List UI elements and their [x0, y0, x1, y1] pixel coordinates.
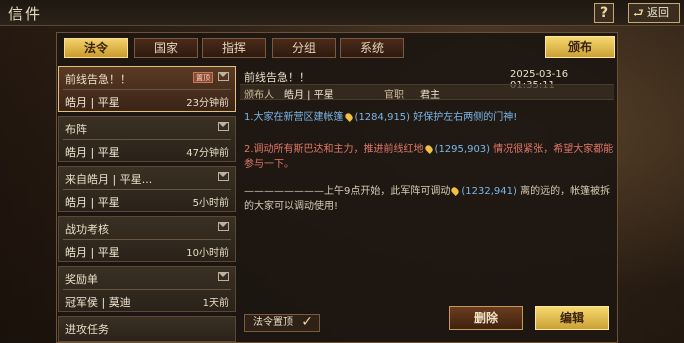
- list-item[interactable]: 前线告急！！ 置顶 皓月 | 平星 23分钟前: [58, 66, 236, 112]
- list-item-sender: 皓月 | 平星: [65, 96, 120, 109]
- list-item-time: 1天前: [202, 298, 229, 309]
- divider: [63, 239, 231, 240]
- publisher-name: 皓月 | 平星: [284, 90, 334, 101]
- list-item-sender: 皓月 | 平星: [65, 246, 120, 259]
- para1-text-a: 1.大家在新营区建帐篷: [244, 112, 344, 123]
- back-button[interactable]: ⮐ 返回: [628, 3, 680, 23]
- top-bar: 信件 ? ⮐ 返回: [0, 0, 684, 26]
- coordinate-link[interactable]: (1284,915): [355, 112, 411, 123]
- para3-text-a: ————————上午9点开始，此军阵可调动: [244, 186, 451, 197]
- list-item[interactable]: 进攻任务: [58, 316, 236, 342]
- list-item-title: 进攻任务: [65, 323, 109, 336]
- publisher-row: 颁布人 皓月 | 平星 官职 君主: [240, 84, 614, 101]
- list-item-sender: 皓月 | 平星: [65, 196, 120, 209]
- paragraph-1: 1.大家在新营区建帐篷 (1284,915) 好保护左右两侧的门神!: [244, 110, 616, 125]
- list-item[interactable]: 布阵 皓月 | 平星 47分钟前: [58, 116, 236, 162]
- back-label: 返回: [647, 6, 669, 19]
- list-item[interactable]: 战功考核 皓月 | 平星 10小时前: [58, 216, 236, 262]
- envelope-icon: [218, 272, 229, 281]
- publisher-label: 颁布人: [244, 90, 274, 101]
- list-item-time: 10小时前: [186, 248, 229, 259]
- para2-text-a: 2.调动所有斯巴达和主力，推进前线红地: [244, 144, 424, 155]
- edit-button[interactable]: 编辑: [535, 306, 609, 330]
- list-item-title: 前线告急！！: [65, 73, 131, 86]
- list-item-title: 布阵: [65, 123, 87, 136]
- para1-text-b: 好保护左右两侧的门神!: [413, 112, 518, 123]
- list-item-title: 奖励单: [65, 273, 98, 286]
- tab-decree[interactable]: 法令: [64, 38, 128, 58]
- pin-decree-toggle[interactable]: 法令置顶 ✓: [244, 314, 320, 332]
- divider: [63, 189, 231, 190]
- paragraph-2: 2.调动所有斯巴达和主力，推进前线红地 (1295,903) 情况很紧张，希望大家…: [244, 142, 616, 172]
- location-pin-icon: [343, 112, 354, 122]
- tab-group[interactable]: 分组: [272, 38, 336, 58]
- location-pin-icon: [450, 186, 461, 196]
- window-title: 信件: [8, 5, 43, 23]
- list-item[interactable]: 奖励单 冠军侯 | 莫迪 1天前: [58, 266, 236, 312]
- envelope-icon: [218, 72, 229, 81]
- tab-command[interactable]: 指挥: [202, 38, 266, 58]
- envelope-icon: [218, 222, 229, 231]
- divider: [63, 139, 231, 140]
- list-item-sender: 冠军侯 | 莫迪: [65, 296, 131, 309]
- divider: [63, 89, 231, 90]
- checkmark-icon: ✓: [301, 314, 313, 330]
- envelope-icon: [218, 172, 229, 181]
- pin-toggle-label: 法令置顶: [253, 317, 293, 328]
- rank-value: 君主: [420, 90, 440, 101]
- list-item-time: 47分钟前: [186, 148, 229, 159]
- rank-label: 官职: [384, 90, 404, 101]
- publish-button[interactable]: 颁布: [545, 36, 615, 58]
- tab-system[interactable]: 系统: [340, 38, 404, 58]
- coordinate-link[interactable]: (1232,941): [461, 186, 517, 197]
- list-item-title: 来自皓月 | 平星...: [65, 173, 153, 186]
- envelope-icon: [218, 122, 229, 131]
- help-button[interactable]: ?: [594, 3, 614, 23]
- tab-country[interactable]: 国家: [134, 38, 198, 58]
- back-arrow-icon: ⮐: [633, 6, 644, 20]
- coordinate-link[interactable]: (1295,903): [435, 144, 491, 155]
- paragraph-3: ————————上午9点开始，此军阵可调动 (1232,941) 离的远的，帐篷被…: [244, 184, 616, 214]
- list-item-time: 5小时前: [192, 198, 229, 209]
- list-item-sender: 皓月 | 平星: [65, 146, 120, 159]
- list-item[interactable]: 来自皓月 | 平星... 皓月 | 平星 5小时前: [58, 166, 236, 212]
- list-item-time: 23分钟前: [186, 98, 229, 109]
- delete-button[interactable]: 删除: [449, 306, 523, 330]
- location-pin-icon: [423, 144, 434, 154]
- pinned-badge: 置顶: [193, 72, 213, 83]
- detail-title: 前线告急！！: [244, 71, 310, 84]
- divider: [63, 289, 231, 290]
- list-item-title: 战功考核: [65, 223, 109, 236]
